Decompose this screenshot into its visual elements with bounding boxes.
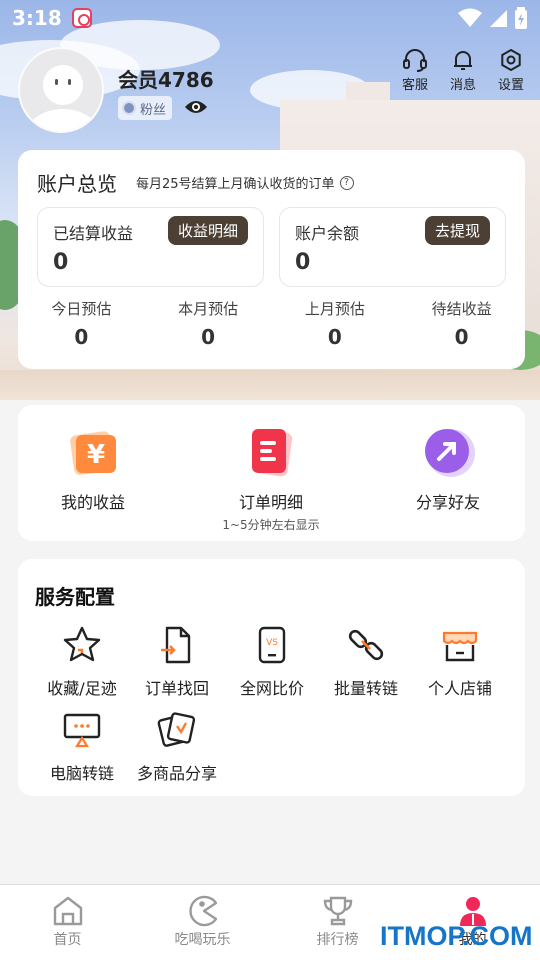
stat-last-month-value: 0 xyxy=(327,325,342,349)
settled-income-box: 已结算收益 0 收益明细 xyxy=(37,207,264,287)
pacman-icon xyxy=(188,895,217,927)
favorites-footprint-item[interactable]: 收藏/足迹 xyxy=(34,625,130,699)
avatar[interactable] xyxy=(18,47,104,133)
stat-today-value: 0 xyxy=(74,325,89,349)
batch-link-item[interactable]: 批量转链 xyxy=(318,625,414,699)
pc-link-item[interactable]: 电脑转链 xyxy=(34,710,130,784)
account-title: 账户总览 xyxy=(37,172,117,196)
price-compare-item[interactable]: VS 全网比价 xyxy=(224,625,320,699)
fan-badge-label: 粉丝 xyxy=(140,102,167,118)
order-list-icon xyxy=(252,429,293,477)
status-bar: 3:18 xyxy=(0,0,540,36)
personal-store-item[interactable]: 个人店铺 xyxy=(412,625,508,699)
price-compare-label: 全网比价 xyxy=(239,679,304,698)
stat-today[interactable]: 今日预估 0 xyxy=(18,298,145,349)
share-friends-label: 分享好友 xyxy=(415,493,480,512)
order-retrieve-item[interactable]: 订单找回 xyxy=(129,625,225,699)
stat-today-label: 今日预估 xyxy=(51,300,112,318)
pc-link-label: 电脑转链 xyxy=(49,764,114,783)
stat-this-month[interactable]: 本月预估 0 xyxy=(145,298,272,349)
balance-label: 账户余额 xyxy=(295,224,360,243)
withdraw-button[interactable]: 去提现 xyxy=(424,216,490,245)
multi-product-icon xyxy=(157,712,196,747)
account-overview-card: 账户总览 每月25号结算上月确认收货的订单 ? 已结算收益 0 收益明细 账户余… xyxy=(18,150,525,369)
quick-entries-card: ¥ 我的收益 订单明细 1~5分钟左右显示 分享好友 xyxy=(18,405,525,541)
stat-this-month-label: 本月预估 xyxy=(178,300,239,318)
help-icon[interactable]: ? xyxy=(339,175,354,190)
messages-button[interactable]: 消息 xyxy=(446,48,480,93)
income-detail-button[interactable]: 收益明细 xyxy=(167,216,248,245)
trophy-icon xyxy=(323,896,352,926)
batch-link-label: 批量转链 xyxy=(333,679,398,698)
eye-icon[interactable] xyxy=(184,97,208,117)
tab-home-label: 首页 xyxy=(53,932,82,948)
username[interactable]: 会员4786 xyxy=(118,64,214,93)
balance-value: 0 xyxy=(295,250,311,275)
order-detail-note: 1~5分钟左右显示 xyxy=(222,518,320,532)
share-arrow-icon xyxy=(425,429,475,477)
order-detail-label: 订单明细 xyxy=(238,493,303,512)
monitor-icon xyxy=(63,713,101,748)
settlement-note-text: 每月25号结算上月确认收货的订单 xyxy=(136,177,335,192)
gear-icon xyxy=(501,48,521,72)
customer-service-label: 客服 xyxy=(401,78,428,93)
tab-food-fun-label: 吃喝玩乐 xyxy=(174,932,231,948)
top-actions: 客服 消息 设置 xyxy=(398,48,528,93)
tab-home[interactable]: 首页 xyxy=(0,885,135,960)
svg-text:¥: ¥ xyxy=(87,440,105,470)
settled-income-value: 0 xyxy=(53,250,69,275)
fan-level-icon xyxy=(122,101,136,115)
my-income-label: 我的收益 xyxy=(60,493,125,512)
status-time: 3:18 xyxy=(12,6,62,30)
home-icon xyxy=(53,896,82,926)
customer-service-button[interactable]: 客服 xyxy=(398,48,432,93)
signal-icon xyxy=(490,10,507,27)
balance-box: 账户余额 0 去提现 xyxy=(279,207,506,287)
personal-store-label: 个人店铺 xyxy=(427,679,492,698)
stat-this-month-value: 0 xyxy=(201,325,216,349)
headset-icon xyxy=(403,49,427,72)
settlement-note: 每月25号结算上月确认收货的订单 ? xyxy=(136,173,354,192)
order-retrieve-label: 订单找回 xyxy=(144,679,209,698)
file-retrieve-icon xyxy=(161,626,191,664)
bell-icon xyxy=(454,51,472,70)
settings-button[interactable]: 设置 xyxy=(494,48,528,93)
stat-pending-label: 待结收益 xyxy=(431,300,492,318)
stat-pending-value: 0 xyxy=(454,325,469,349)
service-title: 服务配置 xyxy=(35,585,115,609)
battery-icon xyxy=(515,7,527,29)
tab-ranking-label: 排行榜 xyxy=(316,932,359,948)
service-config-card: 服务配置 收藏/足迹 订单找回 VS 全网比价 批量转链 个人店铺 电脑转链 多… xyxy=(18,559,525,796)
settings-label: 设置 xyxy=(497,78,524,93)
tab-food-fun[interactable]: 吃喝玩乐 xyxy=(135,885,270,960)
favorites-footprint-label: 收藏/足迹 xyxy=(47,679,117,698)
share-friends-entry[interactable]: 分享好友 xyxy=(368,425,528,513)
stat-last-month-label: 上月预估 xyxy=(304,300,365,318)
multi-product-share-item[interactable]: 多商品分享 xyxy=(129,710,225,784)
order-detail-entry[interactable]: 订单明细 1~5分钟左右显示 xyxy=(191,425,351,533)
compare-phone-icon: VS xyxy=(258,626,286,664)
messages-label: 消息 xyxy=(449,78,476,93)
watermark: ITMOP.COM xyxy=(380,921,533,951)
wifi-icon xyxy=(458,8,482,27)
stat-pending[interactable]: 待结收益 0 xyxy=(398,298,525,349)
app-notification-icon xyxy=(71,8,92,28)
settled-income-label: 已结算收益 xyxy=(53,224,134,243)
fan-badge: 粉丝 xyxy=(118,96,173,120)
estimate-stats: 今日预估 0 本月预估 0 上月预估 0 待结收益 0 xyxy=(18,298,525,349)
my-income-entry[interactable]: ¥ 我的收益 xyxy=(13,425,173,513)
stat-last-month[interactable]: 上月预估 0 xyxy=(272,298,399,349)
default-avatar-icon xyxy=(25,65,101,131)
star-icon xyxy=(63,626,101,662)
yen-icon: ¥ xyxy=(70,431,116,475)
link-icon xyxy=(348,629,384,661)
multi-product-share-label: 多商品分享 xyxy=(136,764,217,783)
store-icon xyxy=(442,631,478,662)
svg-text:VS: VS xyxy=(266,638,278,648)
